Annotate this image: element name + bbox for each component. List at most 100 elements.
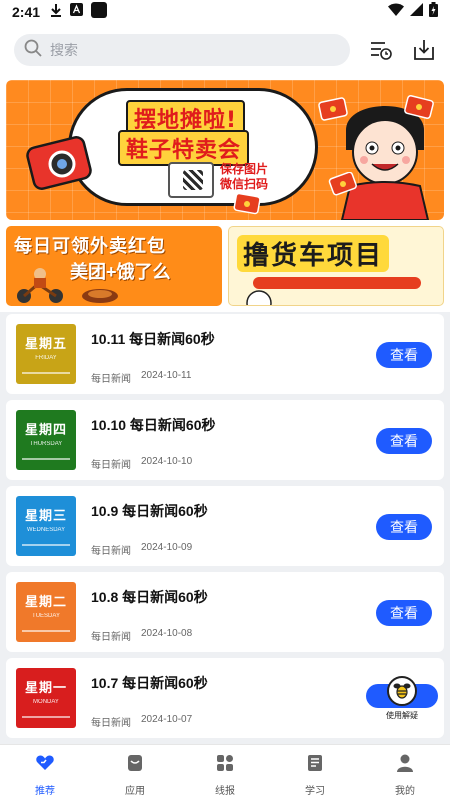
banner-shoe-sale[interactable]: 摆地摊啦! 鞋子特卖会 保存图片 微信扫码 xyxy=(6,80,444,220)
battery-icon xyxy=(429,2,438,22)
news-list: 星期五 FRIDAY 10.11 每日新闻60秒 每日新闻 2024-10-11… xyxy=(6,314,444,744)
red-envelope-icon xyxy=(233,192,261,215)
thumbnail-weekday: 星期三 xyxy=(24,508,67,523)
news-source: 每日新闻 xyxy=(91,374,131,385)
status-time: 2:41 xyxy=(12,4,41,20)
view-button[interactable]: 查看 xyxy=(376,342,432,368)
person-icon xyxy=(397,754,413,772)
view-button[interactable]: 查看 xyxy=(376,428,432,454)
bear-illustration xyxy=(246,290,272,305)
signal-icon xyxy=(410,3,423,21)
thumbnail-line xyxy=(22,716,70,718)
news-thumbnail: 星期五 FRIDAY xyxy=(16,324,76,384)
banner-left-line1: 每日可领外卖红包 xyxy=(14,236,166,256)
food-plate-illustration xyxy=(82,289,118,303)
thumbnail-weekday-en: THURSDAY xyxy=(29,441,63,447)
thumbnail-line xyxy=(22,630,70,632)
thumbnail-weekday: 星期一 xyxy=(24,680,67,695)
heart-icon xyxy=(36,755,54,770)
banner-cart-project[interactable]: 撸货车项目 xyxy=(228,226,444,306)
nav-label: 学习 xyxy=(305,786,325,797)
news-card[interactable]: 星期三 WEDNESDAY 10.9 每日新闻60秒 每日新闻 2024-10-… xyxy=(6,486,444,566)
download-icon xyxy=(50,3,62,22)
banner-area: 摆地摊啦! 鞋子特卖会 保存图片 微信扫码 每日可领外卖红包 美团+饿了么 撸货… xyxy=(0,76,450,312)
news-date: 2024-10-09 xyxy=(141,542,193,553)
thumbnail-weekday-en: MONDAY xyxy=(33,699,59,705)
banner-right-title: 撸货车项目 xyxy=(237,235,390,272)
bottom-nav: 推荐 应用 线报 学习 我的 xyxy=(0,744,450,800)
apps-icon xyxy=(128,755,142,771)
history-list-icon xyxy=(370,42,392,60)
view-button[interactable]: 查看 xyxy=(376,514,432,540)
news-card[interactable]: 星期五 FRIDAY 10.11 每日新闻60秒 每日新闻 2024-10-11… xyxy=(6,314,444,394)
search-placeholder: 搜索 xyxy=(50,42,78,58)
news-date: 2024-10-11 xyxy=(141,370,192,381)
search-bar[interactable]: 搜索 xyxy=(14,34,351,66)
nav-label: 推荐 xyxy=(35,786,55,797)
news-title: 10.10 每日新闻60秒 xyxy=(91,417,216,433)
banner-left-line2: 美团+饿了么 xyxy=(70,262,171,282)
wifi-icon xyxy=(388,3,404,21)
news-date: 2024-10-10 xyxy=(141,456,193,467)
news-source: 每日新闻 xyxy=(91,460,131,471)
nav-item-apps[interactable]: 应用 xyxy=(90,745,180,800)
thumbnail-weekday-en: FRIDAY xyxy=(35,355,57,361)
help-label: 使用解疑 xyxy=(386,711,418,720)
nav-label: 应用 xyxy=(125,786,145,797)
news-card[interactable]: 星期一 MONDAY 10.7 每日新闻60秒 每日新闻 2024-10-07 … xyxy=(6,658,444,738)
banner-takeout-coupon[interactable]: 每日可领外卖红包 美团+饿了么 xyxy=(6,226,222,306)
news-card[interactable]: 星期二 TUESDAY 10.8 每日新闻60秒 每日新闻 2024-10-08… xyxy=(6,572,444,652)
grid-icon xyxy=(217,755,233,771)
thumbnail-weekday: 星期四 xyxy=(24,422,67,437)
thumbnail-weekday: 星期二 xyxy=(24,594,67,609)
red-envelope-icon xyxy=(328,172,357,196)
top-header: 搜索 xyxy=(0,24,450,76)
news-source: 每日新闻 xyxy=(91,546,131,557)
download-tray-button[interactable] xyxy=(411,37,436,63)
banner-save-line1: 保存图片 xyxy=(220,162,269,176)
font-icon xyxy=(70,3,84,21)
nav-item-learn[interactable]: 学习 xyxy=(270,745,360,800)
news-title: 10.9 每日新闻60秒 xyxy=(91,503,208,519)
help-floating-button[interactable]: 使用解疑 xyxy=(366,676,438,726)
news-thumbnail: 星期三 WEDNESDAY xyxy=(16,496,76,556)
thumbnail-weekday-en: TUESDAY xyxy=(32,613,60,619)
news-title: 10.7 每日新闻60秒 xyxy=(91,675,208,691)
delivery-rider-illustration xyxy=(17,268,63,303)
thumbnail-line xyxy=(22,372,70,374)
news-source: 每日新闻 xyxy=(91,632,131,643)
nav-label: 线报 xyxy=(215,786,235,797)
thumbnail-weekday-en: WEDNESDAY xyxy=(26,527,66,533)
news-date: 2024-10-08 xyxy=(141,628,193,639)
red-envelope-icon xyxy=(318,97,348,121)
bee-icon xyxy=(387,676,417,706)
camera-sticker-icon xyxy=(26,136,92,190)
nav-label: 我的 xyxy=(395,786,415,797)
thumbnail-line xyxy=(22,544,70,546)
news-title: 10.8 每日新闻60秒 xyxy=(91,589,208,605)
news-thumbnail: 星期二 TUESDAY xyxy=(16,582,76,642)
history-list-button[interactable] xyxy=(368,37,393,63)
news-thumbnail: 星期一 MONDAY xyxy=(16,668,76,728)
book-icon xyxy=(308,755,322,771)
status-bar: 2:41 xyxy=(0,0,450,24)
view-button[interactable]: 查看 xyxy=(376,600,432,626)
nav-item-profile[interactable]: 我的 xyxy=(360,745,450,800)
news-source: 每日新闻 xyxy=(91,718,131,729)
news-date: 2024-10-07 xyxy=(141,714,193,725)
news-card[interactable]: 星期四 THURSDAY 10.10 每日新闻60秒 每日新闻 2024-10-… xyxy=(6,400,444,480)
banner-title-line2: 鞋子特卖会 xyxy=(118,130,250,166)
app-square-icon xyxy=(91,1,108,23)
download-tray-icon xyxy=(413,40,434,60)
qr-code-icon xyxy=(168,162,214,198)
news-title: 10.11 每日新闻60秒 xyxy=(91,331,215,347)
thumbnail-weekday: 星期五 xyxy=(24,336,67,351)
news-thumbnail: 星期四 THURSDAY xyxy=(16,410,76,470)
search-icon xyxy=(24,39,42,62)
thumbnail-line xyxy=(22,458,70,460)
red-envelope-icon xyxy=(404,95,434,119)
nav-item-tips[interactable]: 线报 xyxy=(180,745,270,800)
banner-save-text: 保存图片 微信扫码 xyxy=(220,162,268,192)
banner-save-line2: 微信扫码 xyxy=(220,177,269,191)
nav-item-recommend[interactable]: 推荐 xyxy=(0,745,90,800)
